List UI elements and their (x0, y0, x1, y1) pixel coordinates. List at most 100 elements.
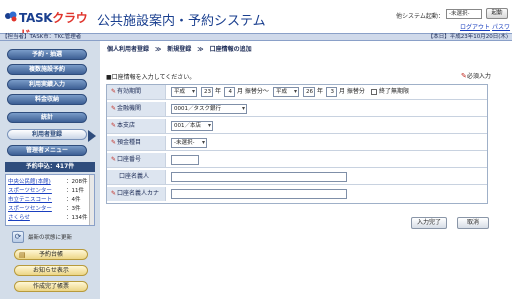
holder-name-input[interactable] (171, 172, 347, 182)
menu-fee-collection[interactable]: 料金収納 (7, 94, 87, 105)
holder-kana-label-text: 口座名義人カナ (117, 190, 160, 197)
completed-forms-button[interactable]: 作成完了帳票 (14, 281, 88, 292)
account-type-label: ✎預金種目 (107, 136, 166, 150)
cancel-button[interactable]: 取消 (457, 217, 489, 229)
sidebar: 予約・抽選 複数施設予約 利用実績入力 料金収納 統計 利用者登録 管理者メニュ… (0, 41, 100, 299)
book-icon: ▤ (19, 251, 26, 259)
row-holder-name: 口座名義人 (107, 170, 487, 185)
no-end-checkbox[interactable] (371, 89, 377, 95)
branch-label: ✎本支店 (107, 119, 166, 133)
notice-title: 予約申込：417件 (5, 162, 95, 172)
validity-label-text: 有効期間 (117, 88, 142, 95)
reservation-ledger-label: 予約台帳 (38, 251, 63, 258)
branch-label-text: 本支店 (117, 122, 136, 129)
refresh-icon[interactable]: ⟳ (12, 231, 24, 243)
required-pen-icon: ✎ (111, 156, 117, 163)
notice-item-count: ：11件 (66, 188, 84, 194)
menu-statistics[interactable]: 統計 (7, 112, 87, 123)
system-launch-label: 他システム起動： (396, 13, 444, 20)
instruction-text: ■口座情報を入力してください。 (106, 74, 196, 81)
app-header: TASKクラウド 公共施設案内・予約システム 他システム起動： -未選択- 起動… (0, 0, 512, 49)
branch-select[interactable]: 001／本店 (171, 121, 213, 131)
required-legend: ✎必須入力 (461, 71, 491, 80)
menu-reservation-lottery[interactable]: 予約・抽選 (7, 49, 87, 60)
confirm-button[interactable]: 入力完了 (411, 217, 447, 229)
validity-label: ✎有効期間 (107, 85, 166, 99)
account-type-select[interactable]: -未選択- (171, 138, 207, 148)
holder-kana-input[interactable] (171, 189, 347, 199)
holder-kana-field-cell (167, 187, 487, 201)
year-unit-label: 年 (215, 88, 222, 95)
active-indicator-arrow (88, 130, 96, 142)
notice-item[interactable]: スポーツセンター ：11件 (8, 187, 92, 195)
no-end-label: 終了無期限 (379, 88, 410, 95)
notice-item-name[interactable]: 中央公民館(本館) (8, 178, 64, 186)
account-type-label-text: 預金種目 (117, 139, 142, 146)
menu-user-registration[interactable]: 利用者登録 (7, 129, 87, 140)
year-unit-label: 年 (317, 88, 324, 95)
era-to-select[interactable]: 平成 (273, 87, 299, 97)
required-pen-icon: ✎ (111, 88, 117, 95)
year-to-input[interactable]: 26 (303, 87, 315, 97)
today-date: 【本日】平成23年10月20日(木) (427, 34, 508, 40)
account-form: ✎有効期間 平成 23 年 4 月 振替分～ 平成 26 年 3 月 振替分 終… (106, 84, 488, 204)
notice-item-name[interactable]: スポーツセンター (8, 187, 64, 195)
validity-fields: 平成 23 年 4 月 振替分～ 平成 26 年 3 月 振替分 終了無期限 (167, 85, 487, 99)
row-validity: ✎有効期間 平成 23 年 4 月 振替分～ 平成 26 年 3 月 振替分 終… (107, 85, 487, 100)
refresh-control[interactable]: ⟳ 最新の状態に更新 (12, 231, 92, 243)
account-number-input[interactable] (171, 155, 199, 165)
row-bank: ✎金融機関 0001／タスク銀行 (107, 102, 487, 117)
month-from-input[interactable]: 4 (224, 87, 235, 97)
notice-item-name[interactable]: スポーツセンター (8, 205, 64, 213)
info-bar: 【担当者】TASK市：TKC管理者 【本日】平成23年10月20日(木) (0, 33, 512, 41)
bank-label-text: 金融機関 (117, 105, 142, 112)
notice-item-count: ：3件 (66, 206, 81, 212)
notice-item-count: ：134件 (66, 215, 88, 221)
bank-field-cell: 0001／タスク銀行 (167, 102, 487, 116)
notice-item[interactable]: スポーツセンター ：3件 (8, 205, 92, 213)
notice-item[interactable]: 中央公民館(本館) ：208件 (8, 178, 92, 186)
main-content: 個人利用者登録 ≫ 新規登録 ≫ 口座情報の追加 ■口座情報を入力してください。… (101, 41, 512, 299)
operator-info: 【担当者】TASK市：TKC管理者 (2, 34, 82, 40)
notice-item-name[interactable]: 市立テニスコート (8, 196, 64, 204)
notice-item[interactable]: 市立テニスコート ：4件 (8, 196, 92, 204)
bank-select[interactable]: 0001／タスク銀行 (171, 104, 247, 114)
show-notices-button[interactable]: お知らせ表示 (14, 265, 88, 276)
holder-name-label: 口座名義人 (107, 170, 166, 184)
year-from-input[interactable]: 23 (201, 87, 213, 97)
branch-field-cell: 001／本店 (167, 119, 487, 133)
row-holder-kana: ✎口座名義人カナ (107, 187, 487, 202)
menu-admin[interactable]: 管理者メニュー (7, 145, 87, 156)
row-account-type: ✎預金種目 -未選択- (107, 136, 487, 151)
notice-item[interactable]: さくらせ ：134件 (8, 214, 92, 222)
required-pen-icon: ✎ (111, 139, 117, 146)
account-number-field-cell (167, 153, 487, 167)
menu-multi-facility[interactable]: 複数施設予約 (7, 64, 87, 75)
system-select[interactable]: -未選択- (446, 9, 482, 19)
holder-name-field-cell (167, 170, 487, 184)
row-branch: ✎本支店 001／本店 (107, 119, 487, 134)
bank-label: ✎金融機関 (107, 102, 166, 116)
account-number-label: ✎口座番号 (107, 153, 166, 167)
logo-mark-icon (5, 11, 17, 22)
notice-item-name[interactable]: さくらせ (8, 214, 64, 222)
refresh-label[interactable]: 最新の状態に更新 (28, 233, 72, 241)
required-pen-icon: ✎ (111, 190, 117, 197)
launch-button[interactable]: 起動 (486, 8, 508, 19)
row-account-number: ✎口座番号 (107, 153, 487, 168)
holder-kana-label: ✎口座名義人カナ (107, 187, 166, 201)
month-from-suffix: 月 振替分～ (237, 88, 269, 95)
logout-link[interactable]: ログアウト (460, 22, 490, 31)
month-to-input[interactable]: 3 (326, 87, 337, 97)
notice-item-count: ：4件 (66, 197, 81, 203)
required-legend-label: 必須入力 (466, 73, 491, 80)
app-title: 公共施設案内・予約システム (97, 14, 266, 29)
account-type-field-cell: -未選択- (167, 136, 487, 150)
menu-usage-input[interactable]: 利用実績入力 (7, 79, 87, 90)
notice-scrollbar[interactable] (89, 175, 94, 225)
month-to-suffix: 月 振替分 (339, 88, 365, 95)
era-from-select[interactable]: 平成 (171, 87, 197, 97)
task-cloud-logo: TASKクラウド (4, 8, 90, 42)
breadcrumb: 個人利用者登録 ≫ 新規登録 ≫ 口座情報の追加 (107, 46, 252, 53)
reservation-ledger-button[interactable]: ▤ 予約台帳 (14, 249, 88, 260)
